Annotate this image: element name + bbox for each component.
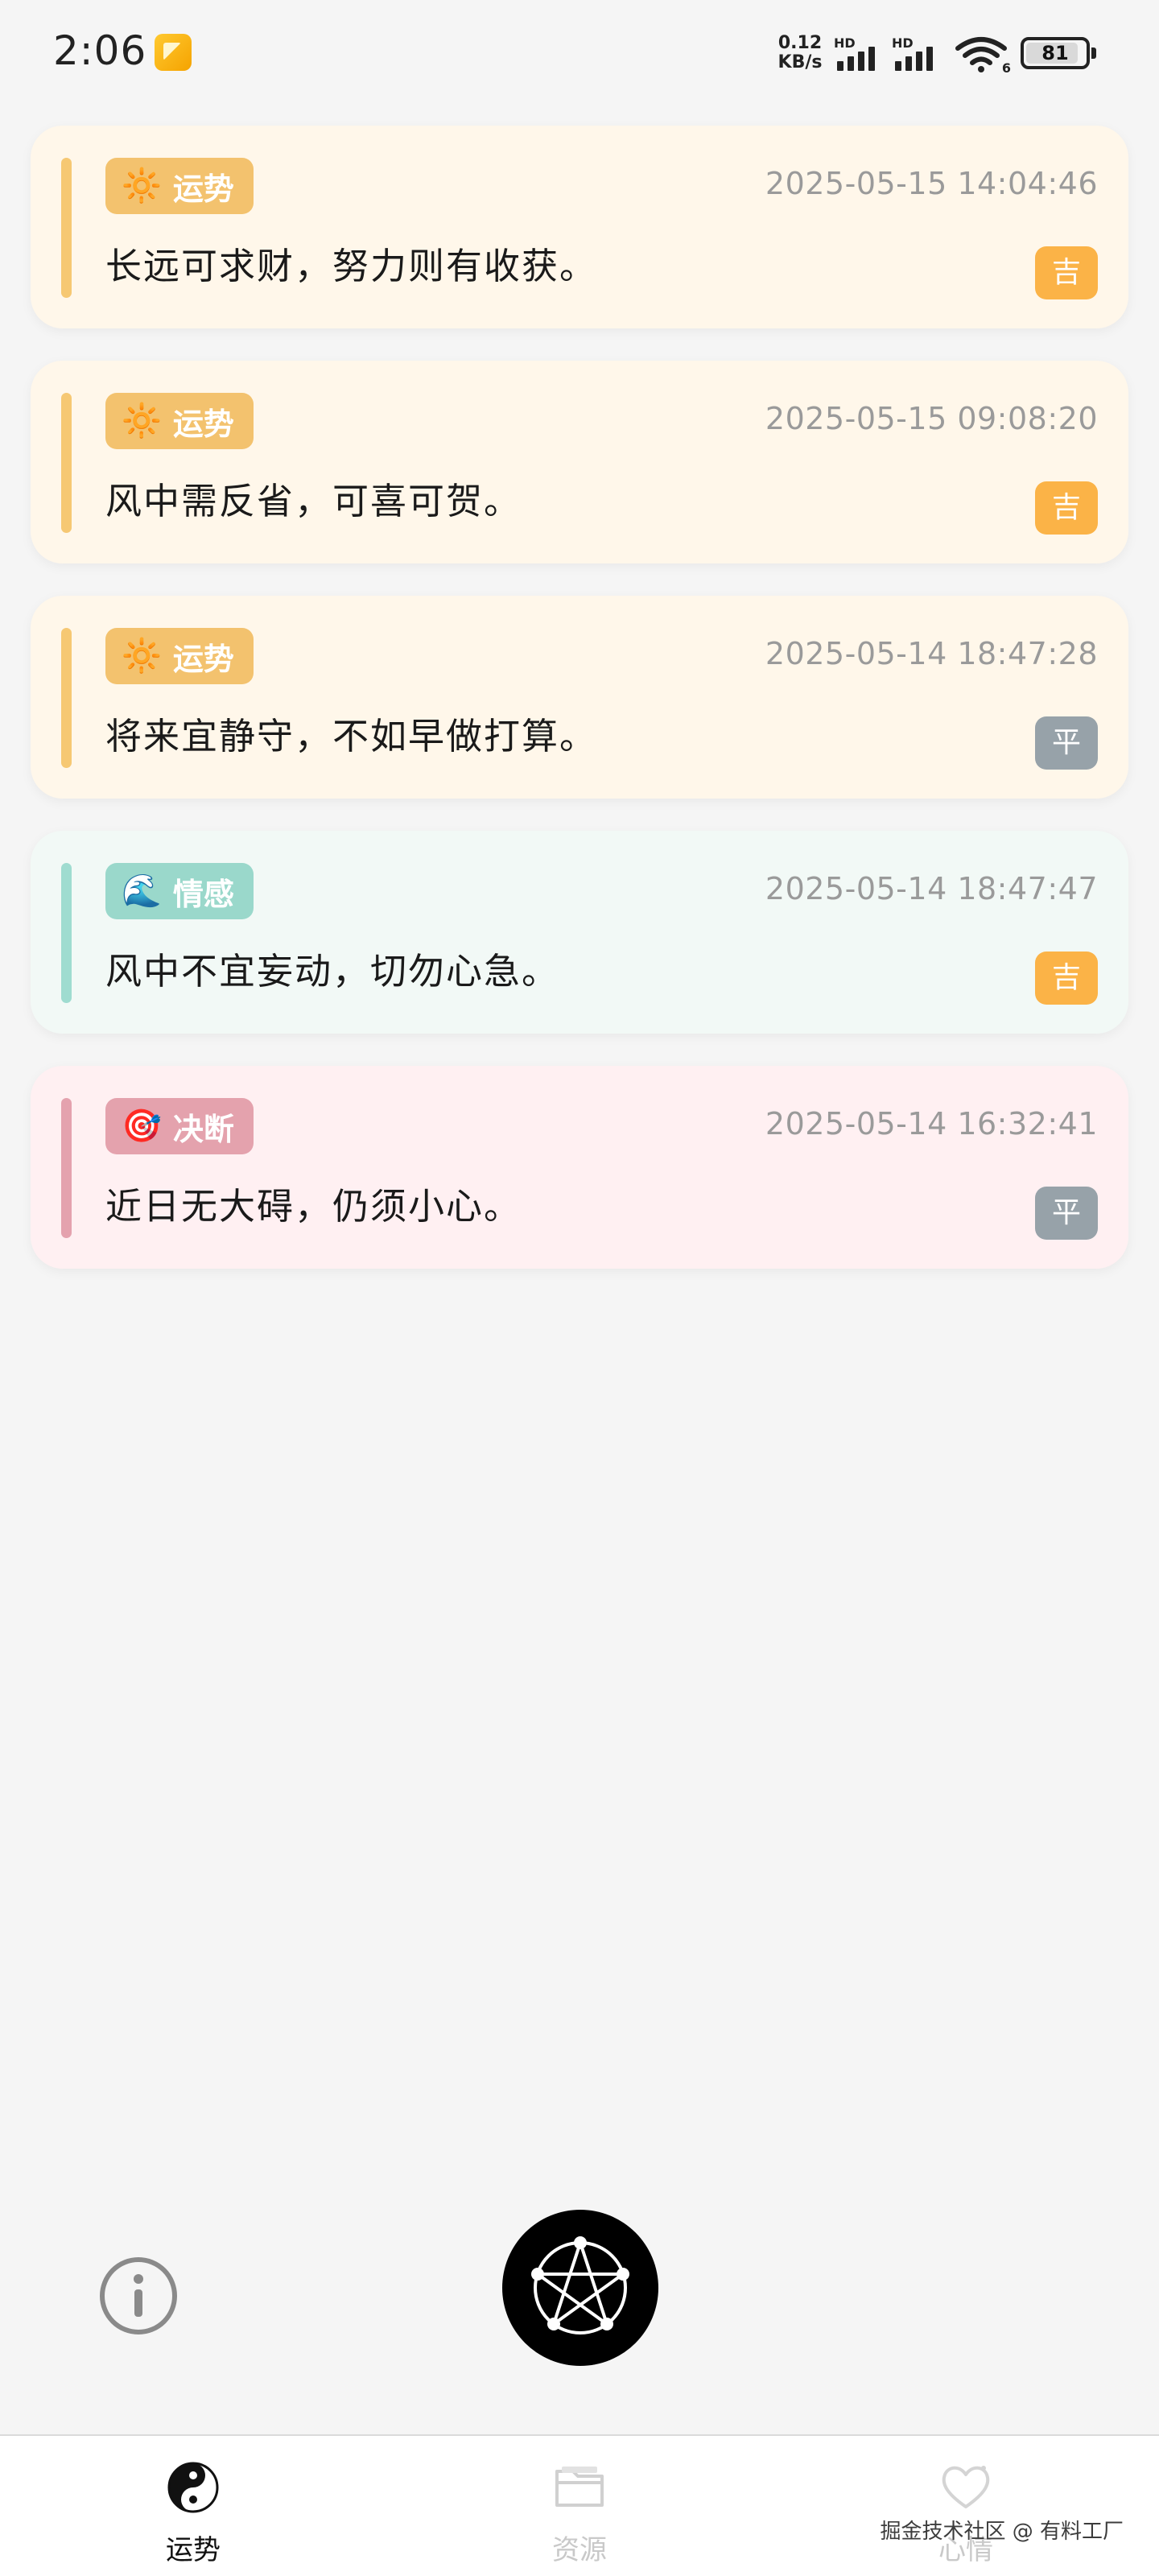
network-speed-value: 0.12 xyxy=(777,33,823,53)
sun-icon: 🔆 xyxy=(122,638,162,675)
network-speed: 0.12 KB/s xyxy=(773,34,827,72)
record-list: 🔆 运势 2025-05-15 14:04:46 长远可求财，努力则有收获。 吉… xyxy=(31,126,1128,1301)
category-label: 情感 xyxy=(172,876,234,912)
bottom-tab-bar: 运势 资源 心情 xyxy=(0,2434,1159,2576)
category-label: 决断 xyxy=(172,1111,234,1147)
info-icon xyxy=(100,2257,177,2334)
result-badge: 平 xyxy=(1035,1187,1098,1240)
card-accent-bar xyxy=(61,158,72,298)
battery-icon: 81 xyxy=(1021,37,1096,69)
signal-2-icon: HD xyxy=(892,35,953,71)
wave-icon: 🌊 xyxy=(122,873,162,910)
battery-level: 81 xyxy=(1041,42,1069,64)
record-timestamp: 2025-05-14 16:32:41 xyxy=(765,1106,1098,1141)
heart-icon xyxy=(942,2466,990,2508)
category-badge: 🎯 决断 xyxy=(105,1098,254,1154)
signal-1-icon: HD xyxy=(834,35,895,71)
category-label: 运势 xyxy=(172,641,234,677)
sun-icon: 🔆 xyxy=(122,167,162,204)
pentagram-icon xyxy=(531,2236,629,2334)
record-card[interactable]: 🌊 情感 2025-05-14 18:47:47 风中不宜妄动，切勿心急。 吉 xyxy=(31,831,1128,1034)
category-badge: 🔆 运势 xyxy=(105,393,254,449)
card-accent-bar xyxy=(61,863,72,1003)
tab-label: 资源 xyxy=(552,2534,607,2566)
record-card[interactable]: 🎯 决断 2025-05-14 16:32:41 近日无大碍，仍须小心。 平 xyxy=(31,1066,1128,1269)
record-message: 将来宜静守，不如早做打算。 xyxy=(105,715,598,758)
card-accent-bar xyxy=(61,393,72,533)
card-accent-bar xyxy=(61,1098,72,1238)
sun-icon: 🔆 xyxy=(122,402,162,440)
watermark: 掘金技术社区 @ 有料工厂 xyxy=(880,2520,1124,2544)
result-badge: 吉 xyxy=(1035,481,1098,535)
target-icon: 🎯 xyxy=(122,1108,162,1145)
record-card[interactable]: 🔆 运势 2025-05-15 09:08:20 风中需反省，可喜可贺。 吉 xyxy=(31,361,1128,564)
yin-yang-icon xyxy=(167,2462,219,2513)
record-timestamp: 2025-05-14 18:47:47 xyxy=(765,871,1098,906)
network-speed-unit: KB/s xyxy=(777,52,823,72)
category-badge: 🔆 运势 xyxy=(105,158,254,214)
result-badge: 吉 xyxy=(1035,952,1098,1005)
result-badge: 平 xyxy=(1035,716,1098,770)
wifi-badge: 6 xyxy=(1001,60,1011,76)
record-timestamp: 2025-05-15 14:04:46 xyxy=(765,166,1098,201)
tab-resources[interactable]: 资源 xyxy=(386,2436,773,2576)
divination-button[interactable] xyxy=(502,2210,658,2366)
record-timestamp: 2025-05-15 09:08:20 xyxy=(765,401,1098,436)
record-card[interactable]: 🔆 运势 2025-05-15 14:04:46 长远可求财，努力则有收获。 吉 xyxy=(31,126,1128,328)
status-time: 2:06 xyxy=(53,27,147,74)
record-message: 长远可求财，努力则有收获。 xyxy=(105,245,598,287)
category-badge: 🌊 情感 xyxy=(105,863,254,919)
category-label: 运势 xyxy=(172,406,234,442)
tab-fortune[interactable]: 运势 xyxy=(0,2436,386,2576)
result-badge: 吉 xyxy=(1035,246,1098,299)
record-message: 近日无大碍，仍须小心。 xyxy=(105,1185,522,1228)
category-badge: 🔆 运势 xyxy=(105,628,254,684)
record-message: 风中不宜妄动，切勿心急。 xyxy=(105,950,560,993)
notification-app-icon xyxy=(155,34,192,71)
folder-icon xyxy=(555,2467,604,2507)
category-label: 运势 xyxy=(172,171,234,207)
record-timestamp: 2025-05-14 18:47:28 xyxy=(765,636,1098,671)
record-card[interactable]: 🔆 运势 2025-05-14 18:47:28 将来宜静守，不如早做打算。 平 xyxy=(31,596,1128,799)
wifi-icon: 6 xyxy=(955,35,1011,76)
info-button[interactable] xyxy=(98,2256,179,2336)
record-message: 风中需反省，可喜可贺。 xyxy=(105,480,522,522)
status-bar: 2:06 0.12 KB/s HD HD 6 81 xyxy=(0,0,1159,105)
tab-label: 运势 xyxy=(166,2534,221,2566)
tab-mood[interactable]: 心情 xyxy=(773,2436,1159,2576)
card-accent-bar xyxy=(61,628,72,768)
